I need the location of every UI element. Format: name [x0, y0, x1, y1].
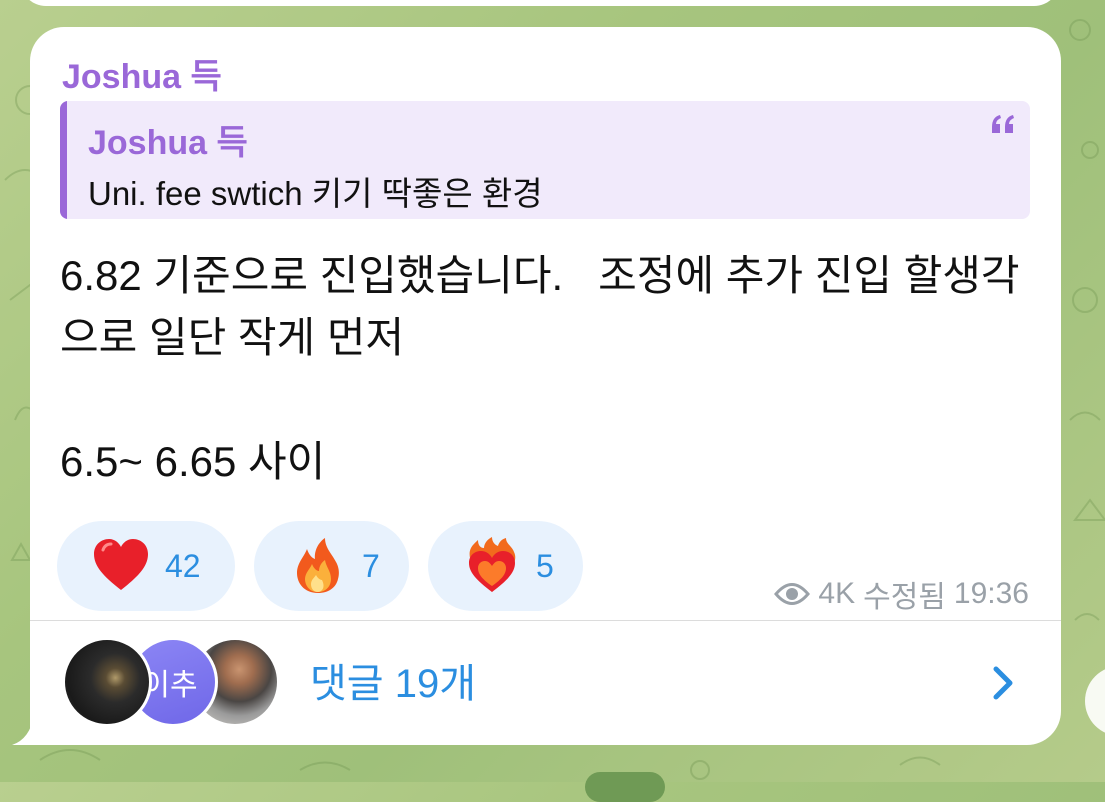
- reaction-heart-count: 42: [165, 547, 201, 584]
- commenter-avatar-moon: [62, 637, 152, 727]
- heart-on-fire-icon: [469, 537, 516, 592]
- red-heart-icon: [94, 539, 148, 590]
- message-text: 6.82 기준으로 진입했습니다. 조정에 추가 진입 할생각으로 일단 작게 …: [60, 252, 1020, 485]
- reply-sender-name: Joshua 득: [88, 124, 248, 162]
- edited-label: 수정됨: [863, 581, 946, 614]
- message-meta: 4K 수정됨 19:36: [774, 572, 1029, 616]
- fire-icon: [297, 538, 339, 593]
- reaction-fire-button[interactable]: 7: [254, 521, 409, 611]
- reaction-heart-button[interactable]: 42: [57, 521, 235, 611]
- reaction-heart-on-fire-button[interactable]: 5: [428, 521, 583, 611]
- reaction-fire-count: 7: [362, 547, 380, 584]
- channel-post-bubble[interactable]: Joshua 득 Joshua 득 Uni. fee swtich 키기 딱좋은…: [30, 27, 1061, 745]
- chevron-right-icon[interactable]: [991, 665, 1015, 701]
- message-time: 19:36: [953, 577, 1029, 610]
- reply-quote[interactable]: Joshua 득 Uni. fee swtich 키기 딱좋은 환경: [60, 101, 1030, 219]
- reaction-heart-on-fire-count: 5: [536, 547, 554, 584]
- previous-message-bubble: [20, 0, 1060, 6]
- quote-icon: [992, 115, 1014, 133]
- comments-button[interactable]: 이추 댓글 19개: [30, 621, 1061, 745]
- reply-accent-bar: [60, 101, 67, 219]
- comments-count-label[interactable]: 댓글 19개: [310, 651, 476, 709]
- eye-icon: [774, 583, 811, 605]
- view-count: 4K: [818, 577, 856, 610]
- sender-name[interactable]: Joshua 득: [62, 49, 222, 98]
- reactions-bar: 42 7 5: [57, 521, 583, 611]
- reply-text: Uni. fee swtich 키기 딱좋은 환경: [88, 175, 543, 212]
- next-element-partial: [585, 772, 665, 802]
